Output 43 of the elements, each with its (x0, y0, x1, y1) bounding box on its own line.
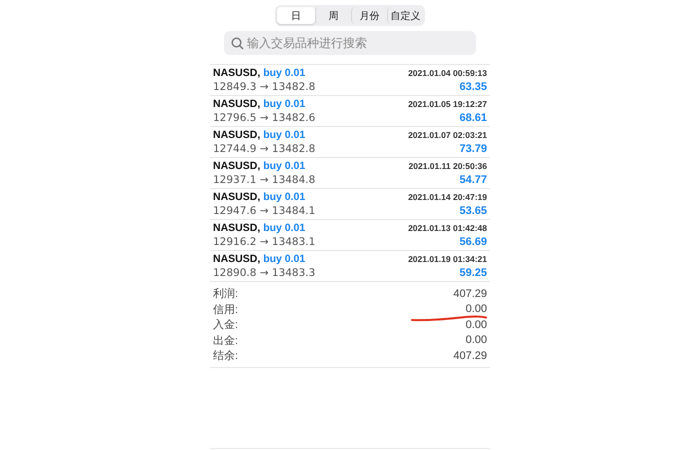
trade-profit: 73.79 (459, 142, 487, 154)
trade-title: NASUSD, buy 0.01 (213, 222, 306, 234)
trade-prices: 12849.3 → 13482.8 (213, 80, 316, 92)
trade-prices: 12796.5 → 13482.6 (213, 112, 316, 124)
trade-title: NASUSD, buy 0.01 (213, 98, 306, 110)
trade-prices: 12890.8 → 13483.3 (213, 266, 316, 278)
trade-time: 2021.01.04 00:59:13 (408, 68, 487, 78)
trade-title: NASUSD, buy 0.01 (213, 160, 306, 172)
trade-title: NASUSD, buy 0.01 (213, 253, 306, 265)
trade-title: NASUSD, buy 0.01 (213, 191, 306, 203)
period-tab[interactable]: 日 (277, 7, 315, 24)
period-tab[interactable]: 周 (315, 7, 351, 24)
trade-title: NASUSD, buy 0.01 (213, 67, 306, 79)
trade-profit: 54.77 (459, 174, 487, 186)
trade-time: 2021.01.05 19:12:27 (408, 99, 487, 109)
summary-value: 0.00 (466, 318, 487, 331)
trade-time: 2021.01.14 20:47:19 (408, 192, 487, 202)
trade-prices: 12744.9 → 13482.8 (213, 142, 316, 154)
trade-profit: 59.25 (459, 266, 487, 278)
trade-prices: 12916.2 → 13483.1 (213, 236, 316, 248)
period-tab[interactable]: 自定义 (387, 7, 423, 24)
trade-profit: 63.35 (459, 80, 487, 92)
trade-prices: 12937.1 → 13484.8 (213, 174, 316, 186)
period-tab[interactable]: 月份 (351, 7, 387, 24)
summary-value: 0.00 (466, 303, 487, 316)
summary-label: 入金: (213, 318, 238, 332)
trade-profit: 56.69 (459, 236, 487, 248)
summary-label: 信用: (213, 302, 238, 317)
trade-time: 2021.01.07 02:03:21 (408, 130, 487, 140)
trade-title: NASUSD, buy 0.01 (213, 129, 306, 141)
search-field[interactable]: 输入交易品种进行搜索 (224, 31, 476, 55)
trade-time: 2021.01.13 01:42:48 (408, 223, 487, 233)
summary-value: 0.00 (466, 334, 487, 346)
summary-label: 出金: (213, 334, 238, 348)
trade-profit: 53.65 (459, 204, 487, 216)
summary-value: 407.29 (453, 288, 487, 300)
summary-label: 结余: (213, 349, 238, 364)
trade-prices: 12947.6 → 13484.1 (213, 204, 316, 216)
summary-label: 利润: (213, 287, 238, 302)
trade-time: 2021.01.19 01:34:21 (408, 254, 487, 264)
trade-profit: 68.61 (459, 112, 487, 124)
trade-time: 2021.01.11 20:50:36 (408, 161, 487, 171)
summary-value: 407.29 (453, 350, 487, 362)
